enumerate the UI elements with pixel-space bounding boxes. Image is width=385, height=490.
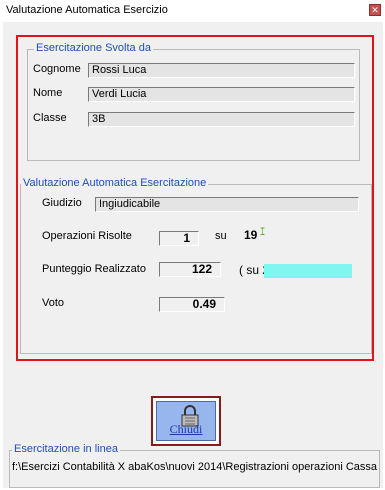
operazioni-value: 1 [159, 231, 199, 246]
results-frame: Esercitazione Svolta da Cognome Rossi Lu… [16, 35, 374, 361]
close-button[interactable]: ✕ [369, 4, 381, 16]
group-linea-title: Esercitazione in linea [12, 443, 120, 455]
voto-label: Voto [42, 297, 65, 309]
su-label: su [215, 230, 227, 242]
group-esercitazione-svolta: Esercitazione Svolta da Cognome Rossi Lu… [27, 42, 360, 161]
giudizio-field: Ingiudicabile [95, 197, 359, 212]
exercise-path: f:\Esercizi Contabilità X abaKos\nuovi 2… [12, 461, 378, 473]
dialog-body: Esercitazione Svolta da Cognome Rossi Lu… [3, 22, 383, 488]
nome-label: Nome [33, 87, 63, 99]
operazioni-label: Operazioni Risolte [42, 230, 132, 242]
totale-operazioni: 19 [244, 228, 258, 242]
close-button-label: Chiudi [169, 422, 203, 436]
cognome-field: Rossi Luca [88, 63, 355, 78]
punteggio-label: Punteggio Realizzato [42, 263, 146, 275]
punteggio-value: 122 [159, 262, 221, 277]
group-esercitazione-linea: Esercitazione in linea f:\Esercizi Conta… [9, 443, 380, 488]
group-valutazione-title: Valutazione Automatica Esercitazione [21, 177, 209, 189]
cognome-label: Cognome [33, 63, 81, 75]
close-dialog-button[interactable]: Chiudi [151, 396, 221, 446]
classe-field: 3B [88, 112, 355, 127]
window-title: Valutazione Automatica Esercizio [6, 4, 168, 16]
group-esercitazione-title: Esercitazione Svolta da [34, 42, 153, 54]
nome-field: Verdi Lucia [88, 87, 355, 102]
close-icon: ✕ [371, 5, 379, 15]
operazioni-progress-bar [264, 264, 352, 278]
progress-marker: ꕯ [260, 227, 266, 238]
voto-value: 0.49 [159, 297, 225, 312]
title-bar: Valutazione Automatica Esercizio ✕ [0, 0, 385, 22]
giudizio-label: Giudizio [42, 197, 82, 209]
close-button-face: Chiudi [156, 401, 216, 441]
classe-label: Classe [33, 112, 67, 124]
